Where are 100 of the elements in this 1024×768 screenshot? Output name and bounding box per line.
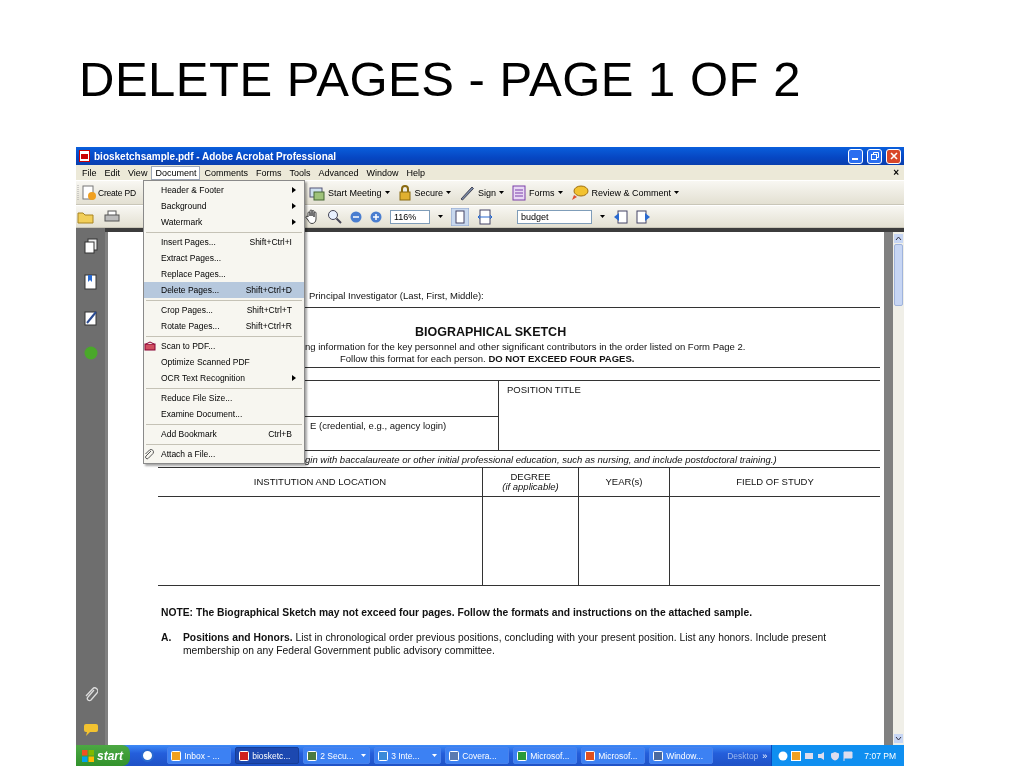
scroll-thumb[interactable] <box>894 244 903 306</box>
menu-item[interactable]: Document <box>151 165 201 180</box>
zoom-out-icon[interactable] <box>350 210 362 223</box>
scroll-up-icon[interactable] <box>894 234 903 243</box>
form-heading: BIOGRAPHICAL SKETCH <box>415 325 568 339</box>
pen-icon <box>459 184 476 201</box>
menu-entry[interactable]: Watermark <box>144 214 304 230</box>
app-icon <box>307 750 318 761</box>
app-icon <box>585 750 596 761</box>
taskbar-button[interactable]: Window... <box>649 747 714 764</box>
app-icon <box>171 750 182 761</box>
menu-entry[interactable]: Insert Pages... Shift+Ctrl+I <box>144 234 304 250</box>
menu-item[interactable]: File <box>78 165 101 180</box>
zoom-tool-icon[interactable] <box>327 209 342 224</box>
menu-item[interactable]: Help <box>402 165 429 180</box>
column-header: DEGREE (if applicable) <box>482 468 578 497</box>
paperclip-icon <box>144 448 154 460</box>
submenu-arrow-icon <box>292 219 296 225</box>
restore-button[interactable] <box>867 148 882 164</box>
menu-entry[interactable]: Replace Pages... <box>144 266 304 282</box>
menu-entry[interactable]: Scan to PDF... <box>144 338 304 354</box>
menu-item[interactable]: Advanced <box>314 165 363 180</box>
taskbar-button[interactable]: 3 Inte... <box>374 747 442 764</box>
submenu-arrow-icon <box>292 375 296 381</box>
toolbar-button[interactable]: Create PD <box>80 184 137 201</box>
toolbar-button[interactable]: Forms <box>508 184 567 201</box>
padlock-icon <box>397 184 412 201</box>
menu-entry[interactable]: Crop Pages... Shift+Ctrl+T <box>144 302 304 318</box>
menu-item[interactable]: Window <box>362 165 403 180</box>
fit-width-icon[interactable] <box>477 208 493 225</box>
toolbar-button[interactable]: Sign <box>455 184 509 201</box>
fit-page-icon[interactable] <box>451 207 469 226</box>
search-next-icon[interactable] <box>636 209 651 224</box>
taskbar-button[interactable]: Covera... <box>445 747 510 764</box>
zoom-field[interactable]: 116% <box>390 209 430 224</box>
paperclip-icon[interactable] <box>83 687 98 703</box>
pages-icon[interactable] <box>83 238 98 254</box>
menu-item[interactable]: Tools <box>285 165 315 180</box>
minimize-button[interactable] <box>848 148 863 164</box>
section-paragraph: Positions and Honors. List in chronological order previous positions, concluding with your present position. List any honors. Include present membership on any Federal Government public advisory committee. <box>183 631 826 657</box>
menu-entry[interactable]: Optimize Scanned PDF <box>144 354 304 370</box>
menu-entry[interactable]: Examine Document... <box>144 406 304 422</box>
close-button[interactable] <box>886 148 901 164</box>
position-title-label: POSITION TITLE <box>507 384 582 395</box>
toolbar-button[interactable]: Review & Comment <box>566 184 684 201</box>
column-header: FIELD OF STUDY <box>669 468 880 497</box>
taskbar-button[interactable]: Microsof... <box>513 747 578 764</box>
instructions-text: ng information for the key personnel and other significant contributors in the order listed on Form Page 2. <box>305 341 747 352</box>
caret-icon <box>499 191 505 194</box>
submenu-arrow-icon <box>292 203 296 209</box>
taskbar-button[interactable]: biosketc... <box>235 747 300 764</box>
caret-icon <box>438 215 443 218</box>
menu-entry[interactable]: Rotate Pages... Shift+Ctrl+R <box>144 318 304 334</box>
printer-icon[interactable] <box>104 209 120 224</box>
more-button[interactable]: » <box>762 750 768 761</box>
speech-bubble-icon <box>570 184 589 201</box>
menu-item[interactable]: Comments <box>200 165 252 180</box>
menu-item[interactable]: Forms <box>251 165 286 180</box>
menu-entry[interactable]: Background <box>144 198 304 214</box>
caret-icon <box>432 754 438 757</box>
slide-title: DELETE PAGES - PAGE 1 OF 2 <box>79 50 801 107</box>
shield-icon[interactable] <box>830 750 841 761</box>
taskbar-button[interactable]: Inbox - ... <box>167 747 232 764</box>
format-note: Follow this format for each person. DO NOT EXCEED FOUR PAGES. <box>340 353 636 364</box>
form-icon <box>512 184 527 201</box>
tray-app-icon[interactable] <box>791 750 802 761</box>
taskbar-button[interactable]: Microsof... <box>581 747 646 764</box>
menu-entry[interactable]: Delete Pages... Shift+Ctrl+D <box>144 282 304 298</box>
menu-entry[interactable]: Attach a File... <box>144 446 304 462</box>
menu-entry[interactable]: OCR Text Recognition <box>144 370 304 386</box>
folder-icon[interactable] <box>77 209 94 224</box>
column-header: INSTITUTION AND LOCATION <box>158 468 482 497</box>
caret-icon <box>361 754 367 757</box>
menu-entry[interactable]: Extract Pages... <box>144 250 304 266</box>
toolbar-button[interactable]: Secure <box>393 184 456 201</box>
search-field[interactable]: budget <box>517 209 592 224</box>
menu-item[interactable]: View <box>124 165 152 180</box>
close-document-button[interactable]: × <box>893 167 899 178</box>
close-icon <box>889 152 898 160</box>
toolbar-button[interactable]: Start Meeting <box>305 184 394 201</box>
menu-entry[interactable]: Reduce File Size... <box>144 390 304 406</box>
hand-icon[interactable] <box>305 209 319 224</box>
credential-label: E (credential, e.g., agency login) <box>310 420 448 431</box>
taskbar-button[interactable]: 2 Secu... <box>303 747 371 764</box>
menu-entry[interactable]: Add Bookmark Ctrl+B <box>144 426 304 442</box>
restore-icon <box>870 152 879 160</box>
caret-icon <box>557 191 563 194</box>
section-marker: A. <box>161 631 173 645</box>
app-icon <box>653 750 664 761</box>
zoom-in-icon[interactable] <box>370 210 382 223</box>
signature-icon[interactable] <box>83 310 98 326</box>
search-previous-icon[interactable] <box>613 209 628 224</box>
app-icon <box>517 750 528 761</box>
comment-icon[interactable] <box>82 723 99 737</box>
scroll-down-icon[interactable] <box>894 734 903 743</box>
app-icon <box>449 750 460 761</box>
scrollbar[interactable] <box>893 232 904 745</box>
bookmark-icon[interactable] <box>83 274 98 290</box>
menu-item[interactable]: Edit <box>100 165 125 180</box>
menu-entry[interactable]: Header & Footer <box>144 182 304 198</box>
